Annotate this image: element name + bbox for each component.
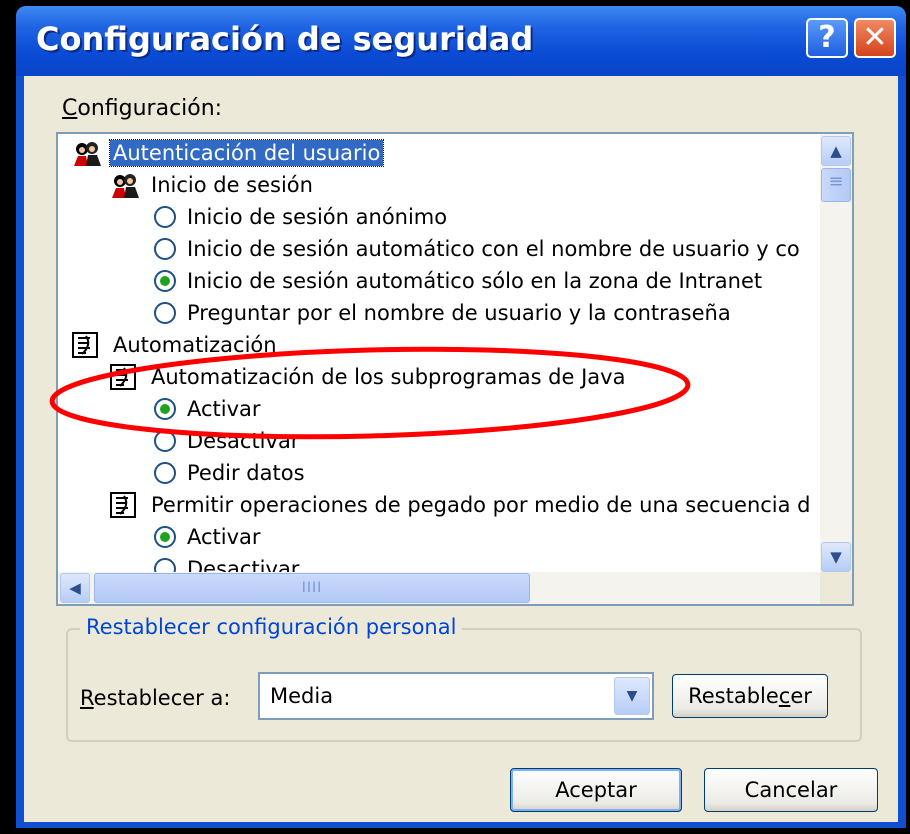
help-button[interactable]: ?: [806, 18, 848, 58]
scroll-down-icon[interactable]: ▼: [821, 542, 851, 572]
ok-button[interactable]: Aceptar: [510, 768, 682, 812]
scroll-left-icon[interactable]: ◀: [60, 573, 90, 603]
tree-label: Desactivar: [187, 429, 300, 453]
tree-label: Activar: [187, 525, 261, 549]
scroll-up-icon[interactable]: ▲: [821, 136, 851, 166]
radio-option[interactable]: Activar: [154, 522, 264, 552]
dropdown-arrow-icon[interactable]: ▼: [614, 677, 650, 715]
script-icon: [110, 492, 140, 518]
reset-settings-group: Restablecer configuración personal Resta…: [66, 615, 862, 742]
radio-option[interactable]: Pedir datos: [154, 458, 308, 488]
radio-option[interactable]: Preguntar por el nombre de usuario y la …: [154, 298, 734, 328]
radio-checked-icon[interactable]: [154, 270, 176, 292]
tree-label: Activar: [187, 397, 261, 421]
tree-label: Automatización de los subprogramas de Ja…: [151, 365, 626, 389]
scrollbar-corner: [820, 572, 852, 604]
tree-label: Autenticación del usuario: [108, 139, 385, 167]
tree-label: Inicio de sesión automático sólo en la z…: [187, 269, 763, 293]
dialog-body: Configuración: Autenticación del usuario…: [24, 76, 898, 822]
reset-button[interactable]: Restablecer: [672, 674, 828, 718]
horizontal-scrollbar[interactable]: ◀ IIII ▶: [58, 572, 852, 604]
reset-level-select[interactable]: Media ▼: [258, 672, 654, 720]
close-button[interactable]: ✕: [854, 18, 896, 58]
tree-node[interactable]: Automatización de los subprogramas de Ja…: [110, 362, 628, 392]
users-icon: [72, 140, 102, 166]
radio-option[interactable]: Activar: [154, 394, 264, 424]
users-icon: [110, 172, 140, 198]
reset-to-label: Restablecer a:: [80, 686, 231, 710]
vertical-scrollbar[interactable]: ▲ ▼: [820, 134, 852, 574]
tree-label: Inicio de sesión: [151, 173, 313, 197]
horizontal-scroll-thumb[interactable]: IIII: [94, 573, 530, 603]
security-settings-dialog: Configuración de seguridad ? ✕ Configura…: [16, 6, 906, 828]
settings-tree-list[interactable]: Autenticación del usuario Inicio de sesió…: [56, 132, 854, 606]
tree-label: Inicio de sesión automático con el nombr…: [187, 237, 800, 261]
reset-level-value: Media: [270, 684, 334, 708]
radio-option[interactable]: Inicio de sesión automático con el nombr…: [154, 234, 803, 264]
tree-label: Preguntar por el nombre de usuario y la …: [187, 301, 731, 325]
tree-node[interactable]: Inicio de sesión: [110, 170, 316, 200]
tree-node[interactable]: Autenticación del usuario: [72, 138, 385, 168]
radio-unchecked-icon[interactable]: [154, 238, 176, 260]
radio-unchecked-icon[interactable]: [154, 302, 176, 324]
tree-label: Inicio de sesión anónimo: [187, 205, 448, 229]
reset-group-legend: Restablecer configuración personal: [80, 615, 463, 639]
radio-unchecked-icon[interactable]: [154, 462, 176, 484]
tree-node[interactable]: Automatización: [72, 330, 280, 360]
dialog-title: Configuración de seguridad: [36, 20, 534, 58]
settings-label: Configuración:: [62, 96, 223, 121]
radio-option[interactable]: Inicio de sesión automático sólo en la z…: [154, 266, 765, 296]
title-bar[interactable]: Configuración de seguridad ? ✕: [16, 6, 906, 76]
vertical-scroll-thumb[interactable]: [821, 168, 851, 202]
tree-label: Pedir datos: [187, 461, 305, 485]
radio-option[interactable]: Inicio de sesión anónimo: [154, 202, 450, 232]
radio-unchecked-icon[interactable]: [154, 206, 176, 228]
tree-label: Automatización: [113, 333, 277, 357]
radio-unchecked-icon[interactable]: [154, 430, 176, 452]
script-icon: [72, 332, 102, 358]
tree-label: Permitir operaciones de pegado por medio…: [151, 493, 811, 517]
cancel-button[interactable]: Cancelar: [704, 768, 878, 812]
radio-checked-icon[interactable]: [154, 398, 176, 420]
radio-option[interactable]: Desactivar: [154, 426, 302, 456]
script-icon: [110, 364, 140, 390]
tree-node[interactable]: Permitir operaciones de pegado por medio…: [110, 490, 814, 520]
radio-checked-icon[interactable]: [154, 526, 176, 548]
